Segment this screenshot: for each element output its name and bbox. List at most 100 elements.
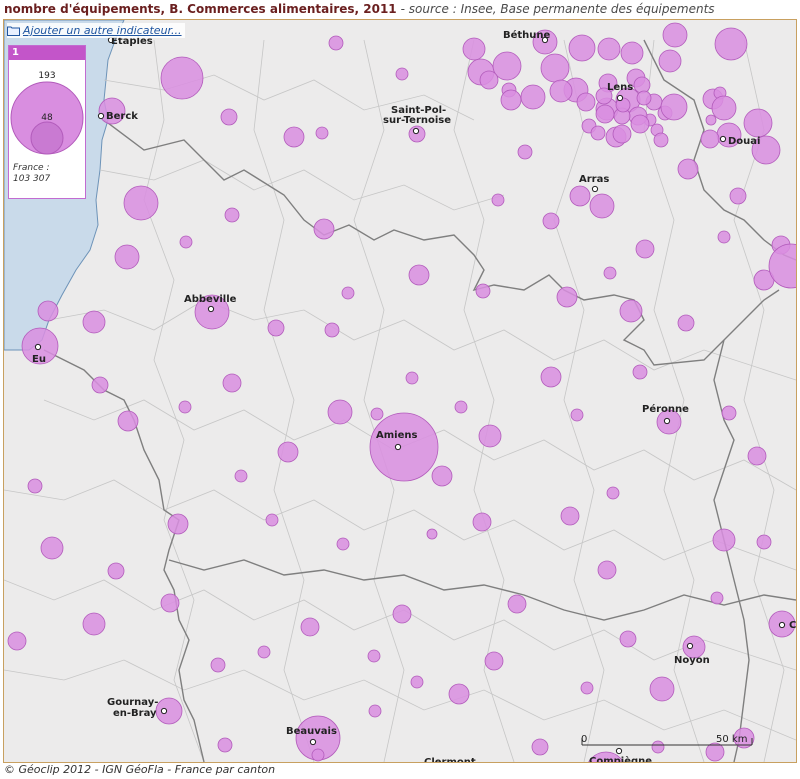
- canton-bubble[interactable]: [222, 373, 242, 393]
- canton-bubble[interactable]: [517, 144, 533, 160]
- canton-bubble[interactable]: [540, 53, 570, 83]
- canton-bubble[interactable]: [569, 185, 591, 207]
- canton-bubble[interactable]: [311, 748, 325, 762]
- canton-bubble[interactable]: [590, 125, 606, 141]
- canton-bubble[interactable]: [636, 90, 652, 106]
- canton-bubble[interactable]: [300, 617, 320, 637]
- canton-bubble[interactable]: [589, 193, 615, 219]
- canton-bubble[interactable]: [117, 410, 139, 432]
- canton-bubble[interactable]: [743, 108, 773, 138]
- canton-bubble[interactable]: [336, 537, 350, 551]
- canton-bubble[interactable]: [257, 645, 271, 659]
- canton-bubble[interactable]: [313, 218, 335, 240]
- canton-bubble[interactable]: [597, 560, 617, 580]
- canton-bubble[interactable]: [606, 486, 620, 500]
- canton-bubble[interactable]: [408, 264, 430, 286]
- canton-bubble[interactable]: [210, 657, 226, 673]
- canton-bubble[interactable]: [500, 89, 522, 111]
- canton-bubble[interactable]: [714, 27, 748, 61]
- canton-bubble[interactable]: [612, 124, 632, 144]
- canton-bubble[interactable]: [747, 446, 767, 466]
- canton-bubble[interactable]: [277, 441, 299, 463]
- canton-bubble[interactable]: [160, 593, 180, 613]
- canton-bubble[interactable]: [556, 286, 578, 308]
- canton-bubble[interactable]: [540, 366, 562, 388]
- canton-bubble[interactable]: [491, 193, 505, 207]
- canton-bubble[interactable]: [392, 604, 412, 624]
- canton-bubble[interactable]: [267, 319, 285, 337]
- canton-bubble[interactable]: [234, 469, 248, 483]
- canton-bubble[interactable]: [114, 244, 140, 270]
- canton-bubble[interactable]: [369, 412, 439, 482]
- canton-bubble[interactable]: [37, 300, 59, 322]
- canton-bubble[interactable]: [472, 512, 492, 532]
- canton-bubble[interactable]: [568, 34, 596, 62]
- canton-bubble[interactable]: [662, 22, 688, 48]
- canton-bubble[interactable]: [217, 737, 233, 753]
- canton-bubble[interactable]: [405, 371, 419, 385]
- canton-bubble[interactable]: [479, 70, 499, 90]
- map-canvas[interactable]: EtaplesBéthuneLensBerckSaint-Pol-sur-Ter…: [4, 20, 796, 762]
- canton-bubble[interactable]: [576, 92, 596, 112]
- canton-bubble[interactable]: [560, 506, 580, 526]
- canton-bubble[interactable]: [700, 129, 720, 149]
- canton-bubble[interactable]: [711, 95, 737, 121]
- canton-bubble[interactable]: [653, 132, 669, 148]
- canton-bubble[interactable]: [507, 594, 527, 614]
- canton-bubble[interactable]: [721, 405, 737, 421]
- canton-bubble[interactable]: [448, 683, 470, 705]
- canton-bubble[interactable]: [649, 676, 675, 702]
- canton-bubble[interactable]: [570, 408, 584, 422]
- canton-bubble[interactable]: [283, 126, 305, 148]
- canton-bubble[interactable]: [549, 79, 573, 103]
- canton-bubble[interactable]: [520, 84, 546, 110]
- canton-bubble[interactable]: [478, 424, 502, 448]
- canton-bubble[interactable]: [475, 283, 491, 299]
- canton-bubble[interactable]: [82, 310, 106, 334]
- canton-bubble[interactable]: [484, 651, 504, 671]
- canton-bubble[interactable]: [27, 478, 43, 494]
- canton-bubble[interactable]: [705, 742, 725, 762]
- canton-bubble[interactable]: [224, 207, 240, 223]
- canton-bubble[interactable]: [651, 740, 665, 754]
- canton-bubble[interactable]: [597, 37, 621, 61]
- canton-bubble[interactable]: [756, 534, 772, 550]
- canton-bubble[interactable]: [167, 513, 189, 535]
- canton-bubble[interactable]: [658, 49, 682, 73]
- canton-bubble[interactable]: [677, 314, 695, 332]
- canton-bubble[interactable]: [395, 67, 409, 81]
- canton-bubble[interactable]: [107, 562, 125, 580]
- canton-bubble[interactable]: [630, 114, 650, 134]
- add-indicator-link[interactable]: Ajouter un autre indicateur...: [7, 23, 185, 38]
- canton-bubble[interactable]: [619, 630, 637, 648]
- canton-bubble[interactable]: [542, 212, 560, 230]
- canton-bubble[interactable]: [327, 399, 353, 425]
- canton-bubble[interactable]: [677, 158, 699, 180]
- canton-bubble[interactable]: [620, 41, 644, 65]
- canton-bubble[interactable]: [315, 126, 329, 140]
- canton-bubble[interactable]: [324, 322, 340, 338]
- canton-bubble[interactable]: [328, 35, 344, 51]
- canton-bubble[interactable]: [160, 56, 204, 100]
- canton-bubble[interactable]: [178, 400, 192, 414]
- canton-bubble[interactable]: [595, 104, 615, 124]
- canton-bubble[interactable]: [265, 513, 279, 527]
- canton-bubble[interactable]: [633, 76, 651, 94]
- canton-bubble[interactable]: [368, 704, 382, 718]
- canton-bubble[interactable]: [454, 400, 468, 414]
- canton-bubble[interactable]: [220, 108, 238, 126]
- canton-bubble[interactable]: [40, 536, 64, 560]
- canton-bubble[interactable]: [341, 286, 355, 300]
- canton-bubble[interactable]: [635, 239, 655, 259]
- canton-bubble[interactable]: [179, 235, 193, 249]
- canton-bubble[interactable]: [367, 649, 381, 663]
- canton-bubble[interactable]: [410, 675, 424, 689]
- canton-bubble[interactable]: [462, 37, 486, 61]
- canton-bubble[interactable]: [619, 299, 643, 323]
- canton-bubble[interactable]: [370, 407, 384, 421]
- canton-bubble[interactable]: [155, 697, 183, 725]
- map-frame[interactable]: Etaples Béthune Lens Berck Saint-Pol-sur-Ter…: [3, 19, 797, 763]
- canton-bubble[interactable]: [426, 528, 438, 540]
- canton-bubble[interactable]: [82, 612, 106, 636]
- canton-bubble[interactable]: [710, 591, 724, 605]
